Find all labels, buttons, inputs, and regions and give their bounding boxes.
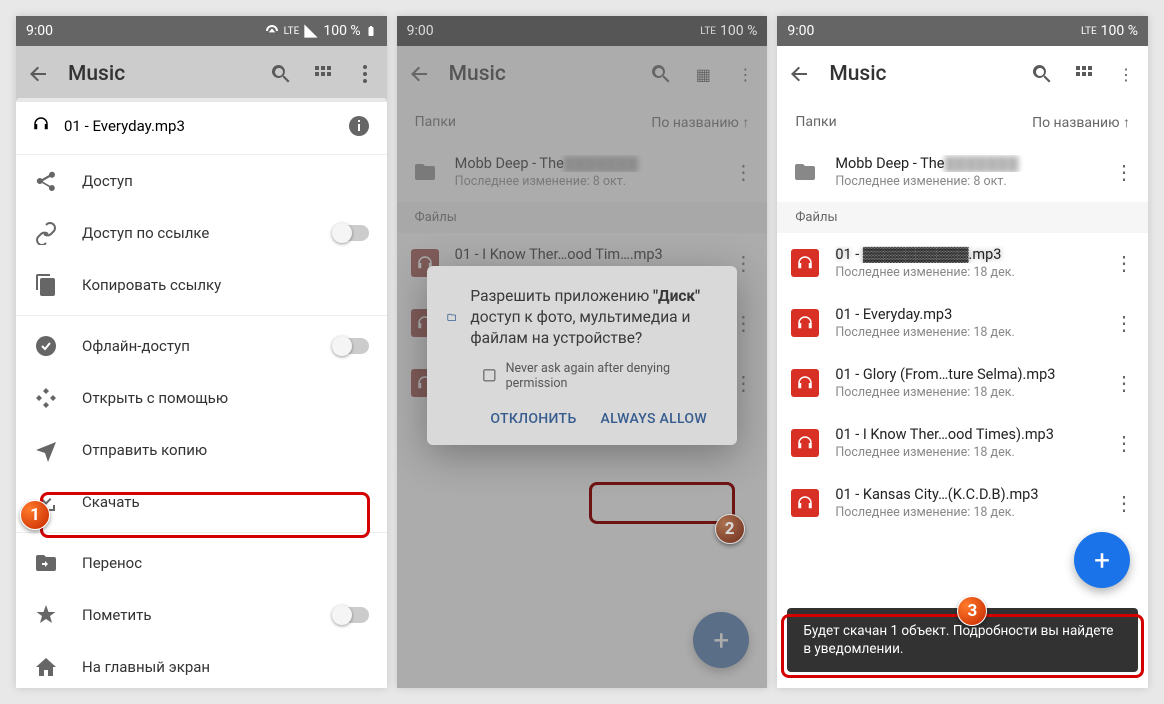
sheet-item-offline[interactable]: Офлайн-доступ xyxy=(16,320,387,372)
share-icon xyxy=(34,169,58,193)
file-row[interactable]: 01 - I Know Ther…ood Times).mp3Последнее… xyxy=(777,413,1148,473)
music-file-icon xyxy=(791,489,819,517)
phone-2: 9:00 LTE100 % Music ▦ ⋮ Папки По названи… xyxy=(397,16,768,688)
allow-button[interactable]: ALWAYS ALLOW xyxy=(591,403,717,435)
music-file-icon xyxy=(791,249,819,277)
file-row[interactable]: 01 - Glory (From…ture Selma).mp3Последне… xyxy=(777,353,1148,413)
send-icon xyxy=(34,438,58,462)
toggle[interactable] xyxy=(335,225,369,241)
toggle[interactable] xyxy=(335,607,369,623)
open-icon xyxy=(34,386,58,410)
sheet-filename: 01 - Everyday.mp3 xyxy=(64,117,185,135)
row-more-icon[interactable]: ⋮ xyxy=(1114,311,1134,335)
sheet-item-copy[interactable]: Копировать ссылку xyxy=(16,259,387,311)
overflow-icon[interactable]: ⋮ xyxy=(1114,62,1138,86)
folder-icon xyxy=(791,158,819,186)
sheet-item-download[interactable]: Скачать xyxy=(16,476,387,528)
status-bar: 9:00 LTE100 % xyxy=(777,16,1148,46)
sheet-item-link[interactable]: Доступ по ссылке xyxy=(16,207,387,259)
status-bar: 9:00 LTE 100 % xyxy=(16,16,387,46)
offline-icon xyxy=(34,334,58,358)
overflow-icon[interactable] xyxy=(353,62,377,86)
badge-2: 2 xyxy=(715,514,745,544)
music-file-icon xyxy=(32,115,50,137)
grid-icon[interactable] xyxy=(311,62,335,86)
sheet-item-open[interactable]: Открыть с помощью xyxy=(16,372,387,424)
badge-1: 1 xyxy=(20,500,50,530)
search-icon[interactable] xyxy=(269,62,293,86)
status-time: 9:00 xyxy=(26,23,53,39)
music-file-icon xyxy=(791,309,819,337)
row-more-icon[interactable]: ⋮ xyxy=(1114,431,1134,455)
row-more-icon[interactable]: ⋮ xyxy=(1114,491,1134,515)
toggle[interactable] xyxy=(335,338,369,354)
back-icon[interactable] xyxy=(26,62,50,86)
appbar: Music xyxy=(16,46,387,102)
file-row[interactable]: 01 - Kansas City…(K.C.D.B).mp3Последнее … xyxy=(777,473,1148,533)
copy-icon xyxy=(34,273,58,297)
row-more-icon[interactable]: ⋮ xyxy=(1114,371,1134,395)
music-file-icon xyxy=(791,369,819,397)
folder-row[interactable]: Mobb Deep - The▓▓▓▓▓▓▓Последнее изменени… xyxy=(777,142,1148,202)
move-icon xyxy=(34,551,58,575)
folder-icon xyxy=(447,286,456,349)
status-bar: 9:00 LTE100 % xyxy=(397,16,768,46)
phone-1: 9:00 LTE 100 % 01 - Everyday.mp3 ДоступД… xyxy=(16,16,387,688)
row-more-icon[interactable]: ⋮ xyxy=(1114,251,1134,275)
bottom-sheet: 01 - Everyday.mp3 ДоступДоступ по ссылке… xyxy=(16,98,387,688)
sheet-item-home[interactable]: На главный экран xyxy=(16,641,387,688)
file-row[interactable]: 01 - Everyday.mp3Последнее изменение: 18… xyxy=(777,293,1148,353)
sheet-header: 01 - Everyday.mp3 xyxy=(16,98,387,155)
fab-add[interactable]: + xyxy=(1074,532,1130,588)
deny-button[interactable]: ОТКЛОНИТЬ xyxy=(480,403,586,435)
search-icon[interactable] xyxy=(1030,62,1054,86)
star-icon xyxy=(34,603,58,627)
status-icons: LTE 100 % xyxy=(264,23,377,39)
dialog-text: Разрешить приложению "Диск" доступ к фот… xyxy=(470,286,717,349)
music-file-icon xyxy=(791,429,819,457)
sheet-item-move[interactable]: Перенос xyxy=(16,537,387,589)
phone-3: 9:00 LTE100 % Music ⋮ Папки По названию … xyxy=(777,16,1148,688)
info-icon[interactable] xyxy=(347,114,371,138)
home-icon xyxy=(34,655,58,679)
back-icon[interactable] xyxy=(787,62,811,86)
sheet-item-share[interactable]: Доступ xyxy=(16,155,387,207)
sheet-item-send[interactable]: Отправить копию xyxy=(16,424,387,476)
never-ask-checkbox[interactable]: Never ask again after denying permission xyxy=(481,361,717,391)
permission-dialog: Разрешить приложению "Диск" доступ к фот… xyxy=(427,266,737,445)
grid-icon[interactable] xyxy=(1072,62,1096,86)
appbar-title: Music xyxy=(68,62,251,86)
row-more-icon[interactable]: ⋮ xyxy=(1114,160,1134,184)
link-icon xyxy=(34,221,58,245)
file-row[interactable]: 01 - ▓▓▓▓▓▓▓▓▓▓.mp3Последнее изменение: … xyxy=(777,233,1148,293)
sheet-item-star[interactable]: Пометить xyxy=(16,589,387,641)
